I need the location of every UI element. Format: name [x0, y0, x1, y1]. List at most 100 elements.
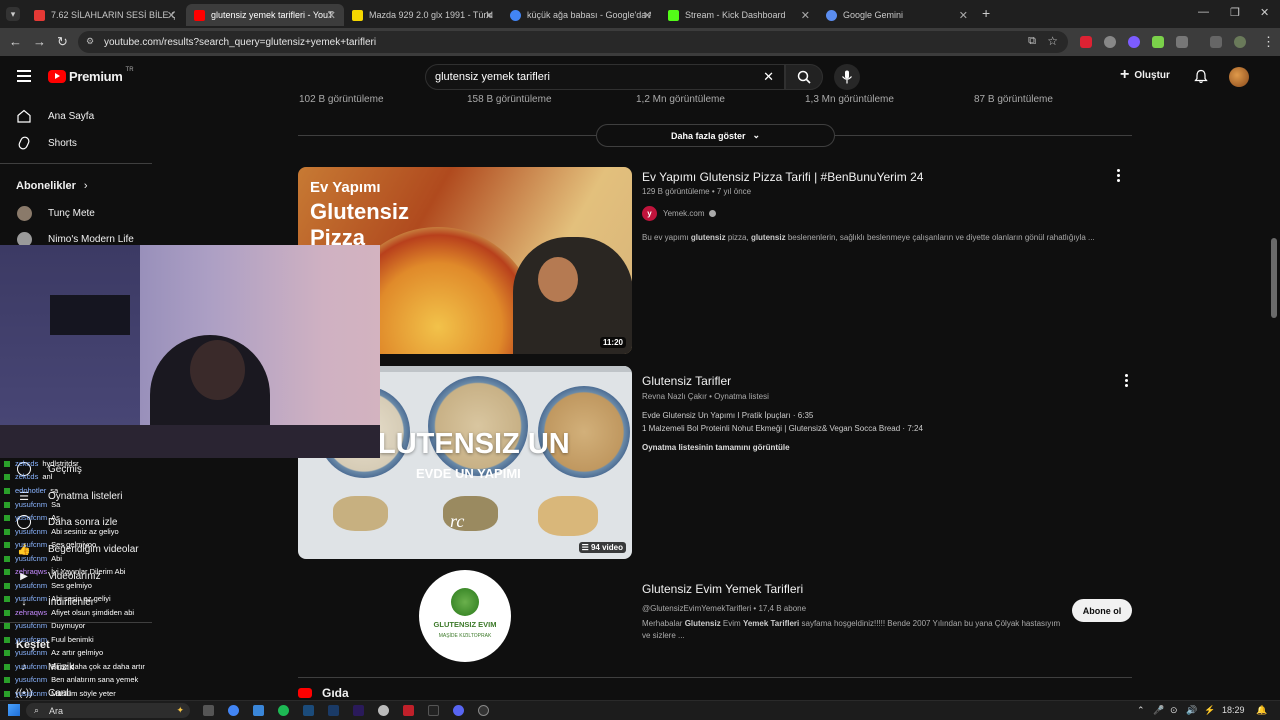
spotify-icon[interactable]	[278, 705, 289, 716]
taskbar-app-icon[interactable]	[253, 705, 264, 716]
channel-title[interactable]: Glutensiz Evim Yemek Tarifleri	[642, 582, 803, 596]
tab-favicon-icon	[34, 9, 45, 21]
webcam-desk	[0, 425, 380, 458]
youtube-logo[interactable]: Premium TR	[48, 67, 134, 84]
guide-menu-icon[interactable]	[17, 70, 31, 82]
minimize-button[interactable]: —	[1198, 6, 1209, 18]
browser-tab-active[interactable]: glutensiz yemek tarifleri - YouT ✕	[186, 4, 344, 26]
extensions-puzzle-icon[interactable]	[1176, 36, 1188, 48]
extension-icon[interactable]	[1152, 36, 1164, 48]
sidebar-divider	[0, 163, 152, 164]
chat-message: yusufcnm Sa	[4, 500, 60, 509]
back-button[interactable]: ←	[9, 34, 22, 49]
browser-tab[interactable]: 7.62 SİLAHLARIN SESİ BİLE ÇAYI ✕	[26, 4, 184, 26]
voice-search-button[interactable]	[834, 64, 860, 90]
reading-list-icon[interactable]	[1210, 36, 1222, 48]
close-window-button[interactable]: ✕	[1260, 6, 1269, 19]
playlist-title[interactable]: Glutensiz Tarifler	[642, 374, 731, 388]
forward-button[interactable]: →	[33, 34, 46, 49]
tray-icon[interactable]: ⊙	[1170, 705, 1178, 716]
extension-icon[interactable]	[1080, 36, 1092, 48]
browser-tab[interactable]: Google Gemini ✕	[818, 4, 976, 26]
channel-avatar	[17, 205, 32, 221]
tab-close-icon[interactable]: ✕	[485, 9, 494, 22]
search-input[interactable]: glutensiz yemek tarifleri ✕	[425, 64, 785, 90]
taskbar-search[interactable]: ⌕ Ara ✦	[26, 703, 190, 718]
mic-tray-icon[interactable]: 🎤	[1153, 705, 1164, 716]
tab-close-icon[interactable]: ✕	[959, 9, 968, 22]
account-avatar[interactable]	[1229, 67, 1249, 87]
tab-close-icon[interactable]: ✕	[327, 9, 336, 22]
google-favicon-icon	[510, 9, 521, 21]
tab-search-icon[interactable]: ▾	[6, 7, 20, 21]
chat-message: yusufcnm As	[4, 513, 60, 522]
playlist-meta: Revna Nazlı Çakır • Oynatma listesi	[642, 392, 769, 401]
playlist-item[interactable]: 1 Malzemeli Bol Proteinli Nohut Ekmeği |…	[642, 424, 923, 433]
show-more-button[interactable]: Daha fazla göster ⌄	[596, 124, 835, 147]
gemini-favicon-icon	[826, 9, 837, 21]
playlist-item[interactable]: Evde Glutensiz Un Yapımı I Pratik İpuçla…	[642, 411, 813, 420]
search-button[interactable]	[785, 64, 823, 90]
channel-info[interactable]: y Yemek.com	[642, 206, 716, 221]
chrome-taskbar-icon[interactable]	[228, 705, 239, 716]
subscribe-button[interactable]: Abone ol	[1072, 599, 1132, 622]
divider	[298, 677, 1132, 678]
obs-icon[interactable]	[478, 705, 489, 716]
sidebar-item-subscription[interactable]: Tunç Mete	[0, 200, 152, 226]
browser-tab[interactable]: Stream - Kick Dashboard ✕	[660, 4, 818, 26]
premiere-icon[interactable]	[353, 705, 364, 716]
chevron-right-icon: ›	[83, 180, 88, 192]
browser-menu-icon[interactable]: ⋮	[1262, 34, 1275, 50]
short-views: 158 B görüntüleme	[467, 94, 552, 105]
channel-description: Merhabalar Glutensiz Evim Yemek Tarifler…	[642, 619, 1061, 640]
page-scrollbar[interactable]	[1271, 238, 1277, 318]
taskbar-app-icon[interactable]	[403, 705, 414, 716]
extension-icon[interactable]	[1104, 36, 1116, 48]
profile-avatar[interactable]	[1234, 36, 1246, 48]
start-button[interactable]	[8, 704, 20, 716]
sidebar-item-home[interactable]: Ana Sayfa	[0, 103, 152, 129]
extension-icon[interactable]	[1128, 36, 1140, 48]
steam-icon[interactable]	[303, 705, 314, 716]
sidebar-item-subscriptions[interactable]: Abonelikler ›	[0, 173, 152, 199]
reload-button[interactable]: ↻	[57, 34, 68, 50]
more-actions-icon[interactable]	[1117, 169, 1120, 184]
clear-search-icon[interactable]: ✕	[763, 69, 774, 85]
terminal-icon[interactable]	[428, 705, 439, 716]
thumbnail-logo: rc	[450, 511, 465, 531]
browser-tab[interactable]: küçük ağa babası - Google'da A ✕	[502, 4, 660, 26]
chat-message: yusufcnm Biraz daha çok az daha artır	[4, 662, 145, 671]
site-info-icon[interactable]: ⚙	[86, 36, 94, 47]
task-view-icon[interactable]	[203, 705, 214, 716]
photoshop-icon[interactable]	[328, 705, 339, 716]
tab-close-icon[interactable]: ✕	[801, 9, 810, 22]
clock-text[interactable]: 18:29	[1222, 705, 1245, 715]
view-full-playlist-link[interactable]: Oynatma listesinin tamamını görüntüle	[642, 443, 790, 452]
thumbnail-text: LUTENSIZ UN	[378, 428, 570, 460]
taskbar-app-icon[interactable]	[378, 705, 389, 716]
tray-chevron-icon[interactable]: ⌃	[1137, 705, 1145, 716]
chat-message: yusufcnm Ben anlatırım sana yemek	[4, 675, 138, 684]
install-app-icon[interactable]: ⧉	[1028, 35, 1036, 48]
channel-logo[interactable]: GLUTENSIZ EVIM MAŞİDE KIZILTOPRAK	[419, 570, 511, 662]
chat-message: yusufcnm Fuul benimki	[4, 635, 94, 644]
tab-close-icon[interactable]: ✕	[643, 9, 652, 22]
address-bar[interactable]: ⚙ youtube.com/results?search_query=glute…	[78, 31, 1068, 53]
playlist-icon: ☰	[581, 543, 591, 552]
browser-tab[interactable]: Mazda 929 2.0 glx 1991 - Türki ✕	[344, 4, 502, 26]
create-button[interactable]: + Oluştur	[1120, 67, 1170, 83]
thumbnail-text: EVDE UN YAPIMI	[416, 466, 521, 481]
chickpeas-image	[538, 496, 598, 536]
bookmark-star-icon[interactable]: ☆	[1047, 34, 1058, 48]
new-tab-button[interactable]: +	[982, 5, 990, 21]
discord-icon[interactable]	[453, 705, 464, 716]
restore-button[interactable]: ❐	[1230, 6, 1240, 19]
video-title[interactable]: Ev Yapımı Glutensiz Pizza Tarifi | #BenB…	[642, 170, 923, 184]
notifications-bell-icon[interactable]	[1194, 69, 1208, 84]
more-actions-icon[interactable]	[1125, 374, 1128, 389]
notification-tray-icon[interactable]: 🔔	[1256, 705, 1267, 716]
sidebar-item-shorts[interactable]: Shorts	[0, 130, 152, 156]
tray-icon[interactable]: ⚡	[1204, 705, 1215, 716]
tab-close-icon[interactable]: ✕	[167, 9, 176, 22]
speaker-tray-icon[interactable]: 🔊	[1186, 705, 1197, 716]
